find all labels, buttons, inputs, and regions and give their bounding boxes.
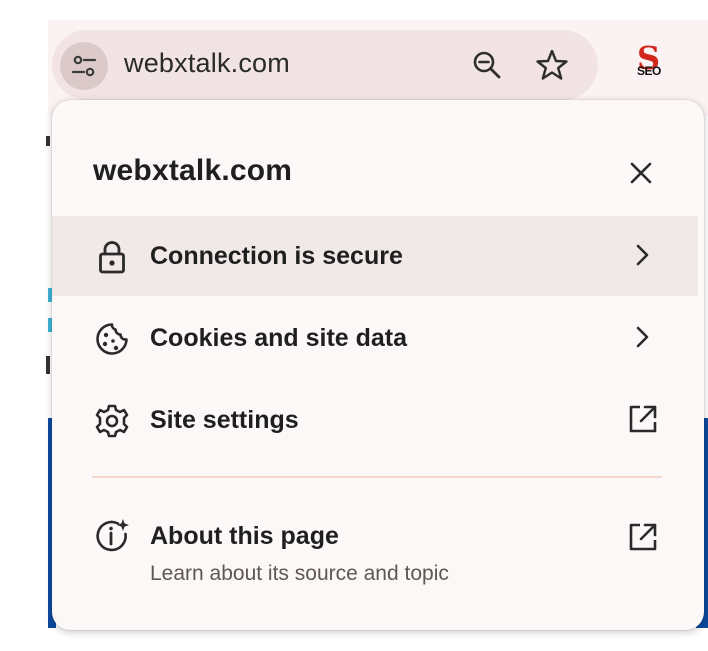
cookies-item[interactable]: Cookies and site data (52, 298, 698, 378)
zoom-out-icon (473, 51, 501, 79)
seo-extension-icon[interactable]: S SEO (633, 42, 673, 84)
zoom-button[interactable] (470, 48, 504, 82)
site-info-button[interactable] (60, 42, 108, 90)
divider (92, 476, 662, 478)
about-page-item[interactable]: About this page (150, 522, 339, 551)
cookie-icon (94, 321, 130, 357)
gear-icon (94, 403, 130, 439)
url-text[interactable]: webxtalk.com (124, 48, 290, 79)
cookies-label: Cookies and site data (150, 324, 408, 352)
page-fragment (46, 356, 50, 374)
close-button[interactable] (624, 156, 658, 190)
chevron-right-icon (626, 238, 660, 272)
connection-security-label: Connection is secure (150, 242, 403, 270)
chevron-right-icon (626, 320, 660, 354)
site-settings-item[interactable]: Site settings (52, 380, 698, 460)
extension-text: SEO (637, 64, 661, 78)
site-info-popup: webxtalk.com Connection is secure Cookie… (52, 100, 704, 630)
bookmark-button[interactable] (535, 48, 569, 82)
close-icon (630, 162, 652, 184)
star-icon (536, 49, 568, 80)
about-page-sublabel: Learn about its source and topic (150, 562, 449, 585)
site-settings-label: Site settings (150, 406, 299, 434)
connection-security-item[interactable]: Connection is secure (52, 216, 698, 296)
popup-title: webxtalk.com (93, 154, 293, 187)
tune-icon (71, 55, 97, 77)
open-in-new-icon[interactable] (626, 520, 660, 554)
open-in-new-icon (626, 402, 660, 436)
page-fragment (46, 136, 50, 146)
lock-icon (94, 239, 130, 275)
info-sparkle-icon (94, 518, 130, 554)
